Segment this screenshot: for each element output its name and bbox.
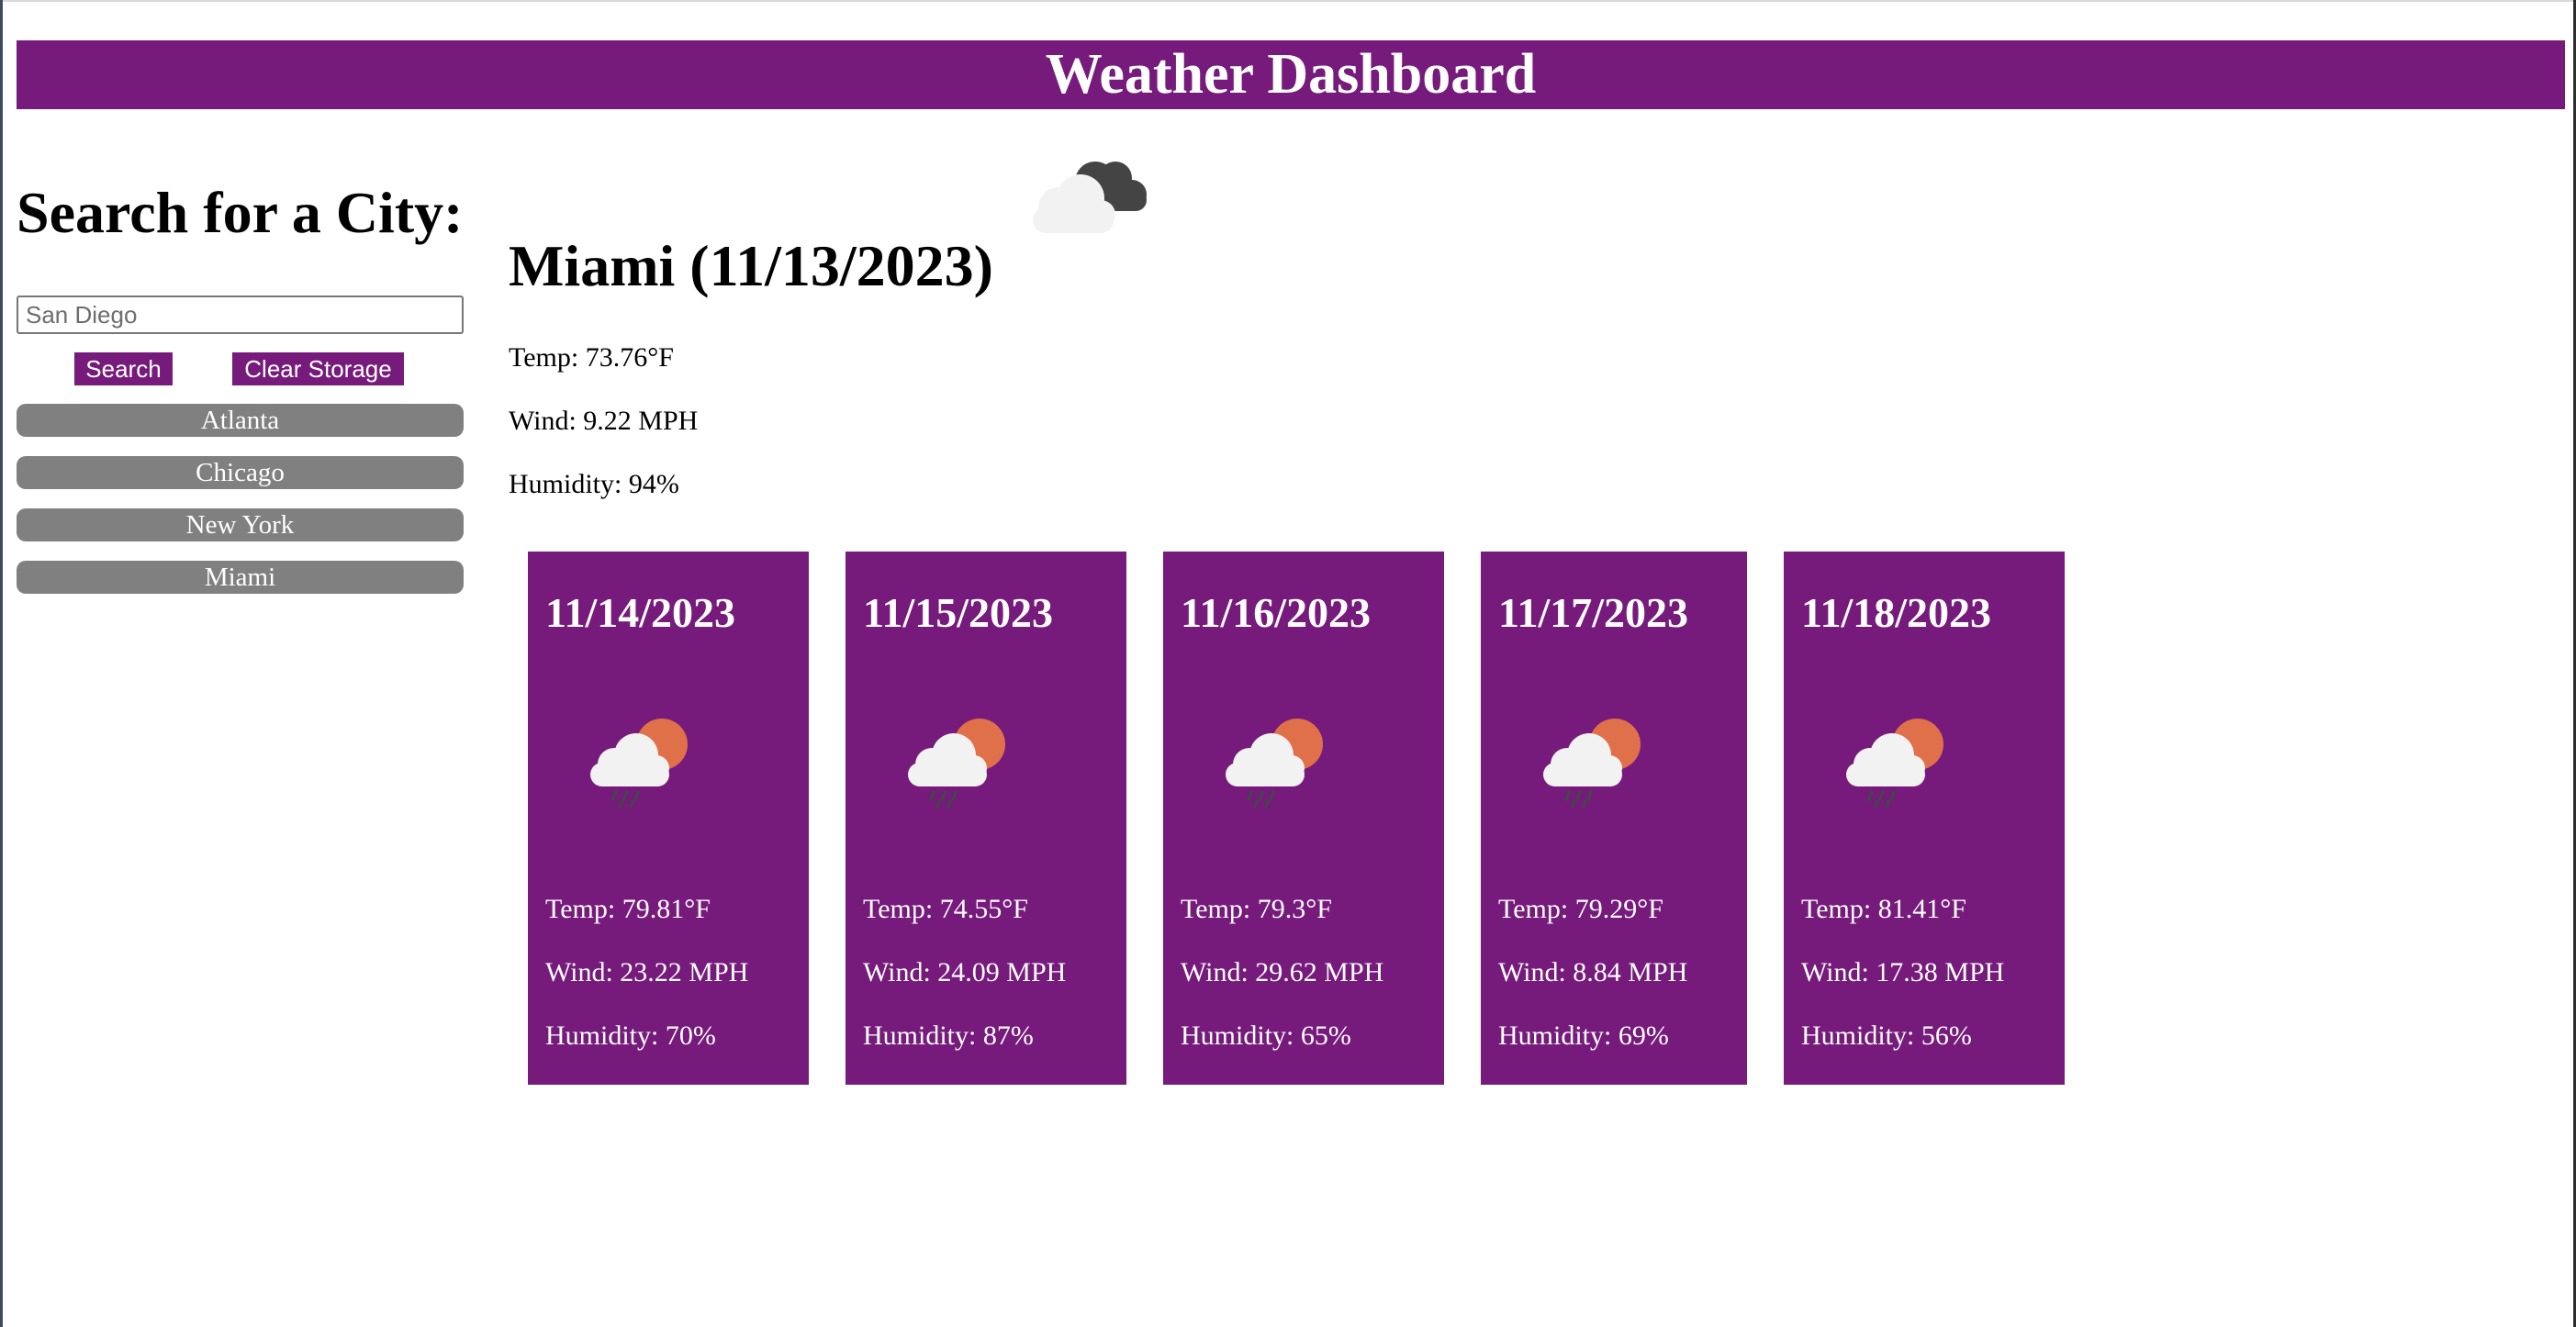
- forecast-card: 11/16/2023 Temp: 79.3°F Wind: 29.62 MPH …: [1163, 552, 1444, 1085]
- rain-sun-icon: [583, 708, 693, 813]
- forecast-humidity: Humidity: 70%: [545, 1020, 716, 1051]
- forecast-humidity: Humidity: 65%: [1181, 1020, 1351, 1051]
- forecast-humidity: Humidity: 87%: [863, 1020, 1034, 1051]
- forecast-temp: Temp: 81.41°F: [1801, 894, 1966, 924]
- search-heading: Search for a City:: [17, 180, 464, 245]
- rain-sun-icon: [1839, 708, 1949, 813]
- forecast-card: 11/17/2023 Temp: 79.29°F Wind: 8.84 MPH …: [1481, 552, 1747, 1085]
- forecast-temp: Temp: 79.29°F: [1498, 894, 1663, 924]
- rain-sun-icon: [1218, 708, 1328, 813]
- rain-sun-icon: [901, 708, 1011, 813]
- forecast-date: 11/16/2023: [1181, 589, 1372, 636]
- forecast-wind: Wind: 8.84 MPH: [1498, 957, 1688, 987]
- history-city-chicago[interactable]: Chicago: [17, 456, 464, 489]
- current-humidity: Humidity: 94%: [509, 469, 679, 499]
- forecast-date: 11/15/2023: [863, 589, 1054, 636]
- rain-sun-icon: [1536, 708, 1646, 813]
- forecast-wind: Wind: 29.62 MPH: [1181, 957, 1384, 987]
- history-city-miami[interactable]: Miami: [17, 561, 464, 594]
- clear-storage-button[interactable]: Clear Storage: [232, 352, 404, 385]
- page-title: Weather Dashboard: [1045, 43, 1537, 106]
- city-search-input[interactable]: [17, 296, 464, 334]
- forecast-temp: Temp: 79.81°F: [545, 894, 711, 924]
- forecast-humidity: Humidity: 56%: [1801, 1020, 1972, 1051]
- page-header: Weather Dashboard: [17, 40, 2565, 109]
- history-city-new-york[interactable]: New York: [17, 508, 464, 541]
- forecast-wind: Wind: 24.09 MPH: [863, 957, 1067, 987]
- forecast-date: 11/17/2023: [1498, 589, 1689, 636]
- search-sidebar: Search for a City: Search Clear Storage …: [17, 180, 464, 594]
- forecast-temp: Temp: 79.3°F: [1181, 894, 1332, 924]
- forecast-date: 11/18/2023: [1801, 589, 1992, 636]
- broken-clouds-icon: [1020, 147, 1158, 243]
- forecast-temp: Temp: 74.55°F: [863, 894, 1028, 924]
- forecast-humidity: Humidity: 69%: [1498, 1020, 1669, 1051]
- current-city-title: Miami (11/13/2023): [509, 233, 993, 298]
- window-left-border: [0, 0, 3, 1327]
- forecast-card: 11/15/2023 Temp: 74.55°F Wind: 24.09 MPH…: [846, 552, 1126, 1085]
- forecast-card: 11/14/2023 Temp: 79.81°F Wind: 23.22 MPH…: [528, 552, 809, 1085]
- forecast-wind: Wind: 17.38 MPH: [1801, 957, 2005, 987]
- forecast-date: 11/14/2023: [545, 589, 736, 636]
- search-button[interactable]: Search: [74, 352, 173, 385]
- history-city-atlanta[interactable]: Atlanta: [17, 404, 464, 437]
- current-wind: Wind: 9.22 MPH: [509, 406, 699, 436]
- search-history-list: Atlanta Chicago New York Miami: [17, 404, 464, 613]
- forecast-wind: Wind: 23.22 MPH: [545, 957, 749, 987]
- forecast-card: 11/18/2023 Temp: 81.41°F Wind: 17.38 MPH…: [1784, 552, 2065, 1085]
- window-top-border: [0, 0, 2576, 2]
- current-temp: Temp: 73.76°F: [509, 342, 674, 373]
